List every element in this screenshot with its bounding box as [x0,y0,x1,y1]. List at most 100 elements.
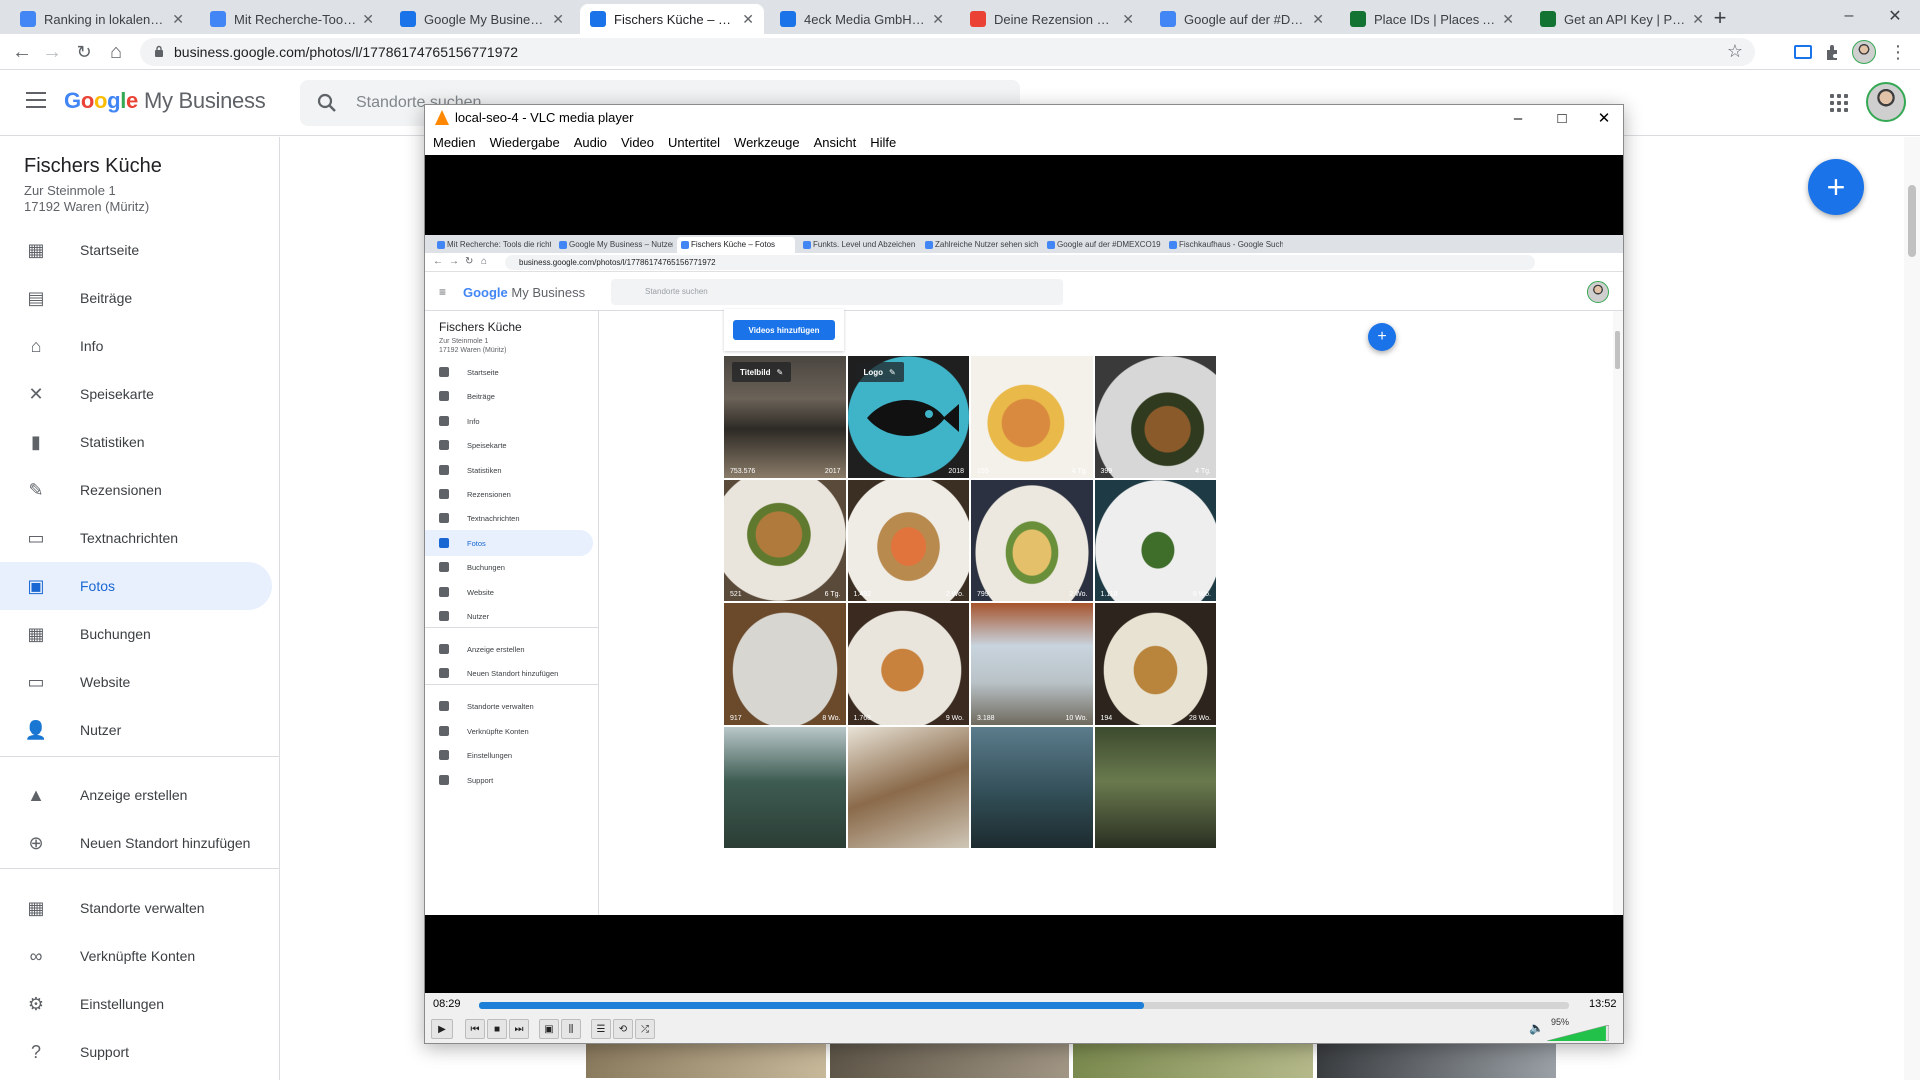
recorded-sidebar-label: Support [467,775,494,785]
sidebar-item[interactable]: ▦ Standorte verwalten [0,884,272,932]
browser-tab[interactable]: Google My Business – Nutzerverwaltung ✕ [390,4,574,34]
main-menu-icon[interactable] [26,92,46,113]
vlc-menu-item[interactable]: Audio [574,131,607,155]
browser-tab[interactable]: Get an API Key | Places API ✕ [1530,4,1714,34]
home-icon[interactable]: ⌂ [104,40,128,64]
photo-grid: Titelbild ✎ 753.576 2017 Logo ✎ 2018 159 4 Tg. 39… [724,356,1218,848]
playlist-button[interactable]: ☰ [591,1019,611,1039]
sidebar-item[interactable]: ▭ Textnachrichten [0,514,272,562]
recorded-scrollbar [1613,311,1623,915]
new-tab-button[interactable]: + [1707,5,1733,31]
google-icon [1160,11,1176,27]
scrollbar-thumb[interactable] [1908,185,1916,257]
extensions-icon[interactable] [1823,42,1843,62]
stop-button[interactable]: ■ [487,1019,507,1039]
loop-button[interactable]: ⟲ [613,1019,633,1039]
close-browser-button[interactable]: ✕ [1872,4,1918,28]
sidebar-item[interactable]: ∞ Verknüpfte Konten [0,932,272,980]
volume-slider[interactable]: 🔈 95% [1529,1017,1609,1041]
browser-tab[interactable]: Mit Recherche-Tools die richtigen ✕ [200,4,384,34]
recorded-nav-icon [439,538,449,548]
recorded-sidebar: Fischers Küche Zur Steinmole 1 17192 Ware… [425,311,599,915]
bookmark-star-icon[interactable]: ☆ [1727,41,1743,62]
address-bar[interactable]: business.google.com/photos/l/17786174765… [140,38,1755,66]
minimize-browser-button[interactable]: – [1826,4,1872,28]
speaker-icon[interactable]: 🔈 [1529,1021,1544,1035]
vlc-menu-item[interactable]: Wiedergabe [490,131,560,155]
close-tab-icon[interactable]: ✕ [932,11,944,28]
close-tab-icon[interactable]: ✕ [1312,11,1324,28]
shuffle-button[interactable]: ⤮ [635,1019,655,1039]
vlc-menu-item[interactable]: Medien [433,131,476,155]
sidebar-item[interactable]: ? Support [0,1028,272,1076]
close-tab-icon[interactable]: ✕ [1692,11,1704,28]
gmb-icon [590,11,606,27]
sidebar-item[interactable]: ▦ Startseite [0,226,272,274]
next-button[interactable]: ⏭ [509,1019,529,1039]
vlc-window-title: local-seo-4 - VLC media player [455,110,634,125]
browser-tab[interactable]: Google auf der #DMEXCO ✕ [1150,4,1334,34]
sidebar-item[interactable]: ▲ Anzeige erstellen [0,771,272,819]
sidebar-item[interactable]: ✎ Rezensionen [0,466,272,514]
sidebar-item[interactable]: ✕ Speisekarte [0,370,272,418]
fullscreen-button[interactable]: ▣ [539,1019,559,1039]
recorded-sidebar-label: Anzeige erstellen [467,644,525,654]
browser-tab[interactable]: Deine Rezension wecken ✕ [960,4,1144,34]
browser-tab[interactable]: Ranking in lokalen Suchergebnissen ✕ [10,4,194,34]
cast-icon[interactable] [1793,42,1813,62]
browser-tab[interactable]: 4eck Media GmbH & Co. KG ✕ [770,4,954,34]
sidebar-item[interactable]: ⚙ Einstellungen [0,980,272,1028]
browser-tab[interactable]: Fischers Küche – Fotos ✕ [580,4,764,34]
vlc-menu-item[interactable]: Untertitel [668,131,720,155]
vlc-menu-item[interactable]: Video [621,131,654,155]
edit-icon: ✎ [776,367,784,377]
vlc-menu-item[interactable]: Hilfe [870,131,896,155]
extended-settings-button[interactable]: ⫼ [561,1019,581,1039]
back-icon[interactable]: ← [10,40,34,64]
browser-tab-title: Google auf der #DMEXCO [1184,11,1306,27]
gmb-logo[interactable]: Google My Business [64,88,266,114]
browser-menu-icon[interactable]: ⋮ [1886,40,1910,64]
add-photo-fab[interactable]: + [1808,159,1864,215]
browser-profile-avatar[interactable] [1852,40,1876,64]
forward-icon[interactable]: → [40,40,64,64]
sidebar-item-label: Nutzer [80,722,122,738]
photo-tag-label: Logo [863,367,884,377]
recorded-nav-icon [439,775,449,785]
close-tab-icon[interactable]: ✕ [172,11,184,28]
seek-bar[interactable] [479,1002,1569,1009]
sidebar-item[interactable]: ▣ Fotos [0,562,272,610]
close-tab-icon[interactable]: ✕ [1122,11,1134,28]
close-tab-icon[interactable]: ✕ [362,11,374,28]
previous-button[interactable]: ⏮ [465,1019,485,1039]
browser-tab[interactable]: Place IDs | Places API ✕ [1340,4,1524,34]
sidebar-item[interactable]: ▭ Website [0,658,272,706]
account-avatar[interactable] [1866,82,1906,122]
recorded-sidebar-item: Beiträge [425,383,593,409]
sidebar-item[interactable]: ⊕ Neuen Standort hinzufügen [0,819,272,867]
vlc-close-button[interactable]: ✕ [1589,107,1619,129]
apps-grid-icon[interactable] [1830,94,1848,112]
browser-tab-strip: Ranking in lokalen Suchergebnissen✕Mit R… [0,0,1920,34]
vlc-title-bar[interactable]: local-seo-4 - VLC media player – □ ✕ [425,105,1623,131]
vlc-maximize-button[interactable]: □ [1547,107,1577,129]
browser-tab-title: Fischers Küche – Fotos [614,11,736,27]
vlc-minimize-button[interactable]: – [1503,107,1533,129]
close-tab-icon[interactable]: ✕ [552,11,564,28]
photo-tile: 194 28 Wo. [1094,603,1216,725]
vlc-video-area[interactable]: Mit Recherche: Tools die richtigenGoogle… [425,155,1623,993]
recorded-avatar [1587,281,1609,303]
sidebar-item[interactable]: ▮ Statistiken [0,418,272,466]
play-button[interactable]: ▶ [431,1019,453,1039]
sidebar-item[interactable]: ▤ Beiträge [0,274,272,322]
sidebar-item[interactable]: ▦ Buchungen [0,610,272,658]
background-photo-strip [586,1042,1556,1078]
vlc-menu-item[interactable]: Ansicht [814,131,857,155]
sidebar-item[interactable]: 👤 Nutzer [0,706,272,754]
close-tab-icon[interactable]: ✕ [742,11,754,28]
sidebar-item[interactable]: ⌂ Info [0,322,272,370]
reload-icon[interactable]: ↻ [72,40,96,64]
close-tab-icon[interactable]: ✕ [1502,11,1514,28]
vlc-menu-item[interactable]: Werkzeuge [734,131,800,155]
page-scrollbar[interactable] [1904,137,1920,1080]
